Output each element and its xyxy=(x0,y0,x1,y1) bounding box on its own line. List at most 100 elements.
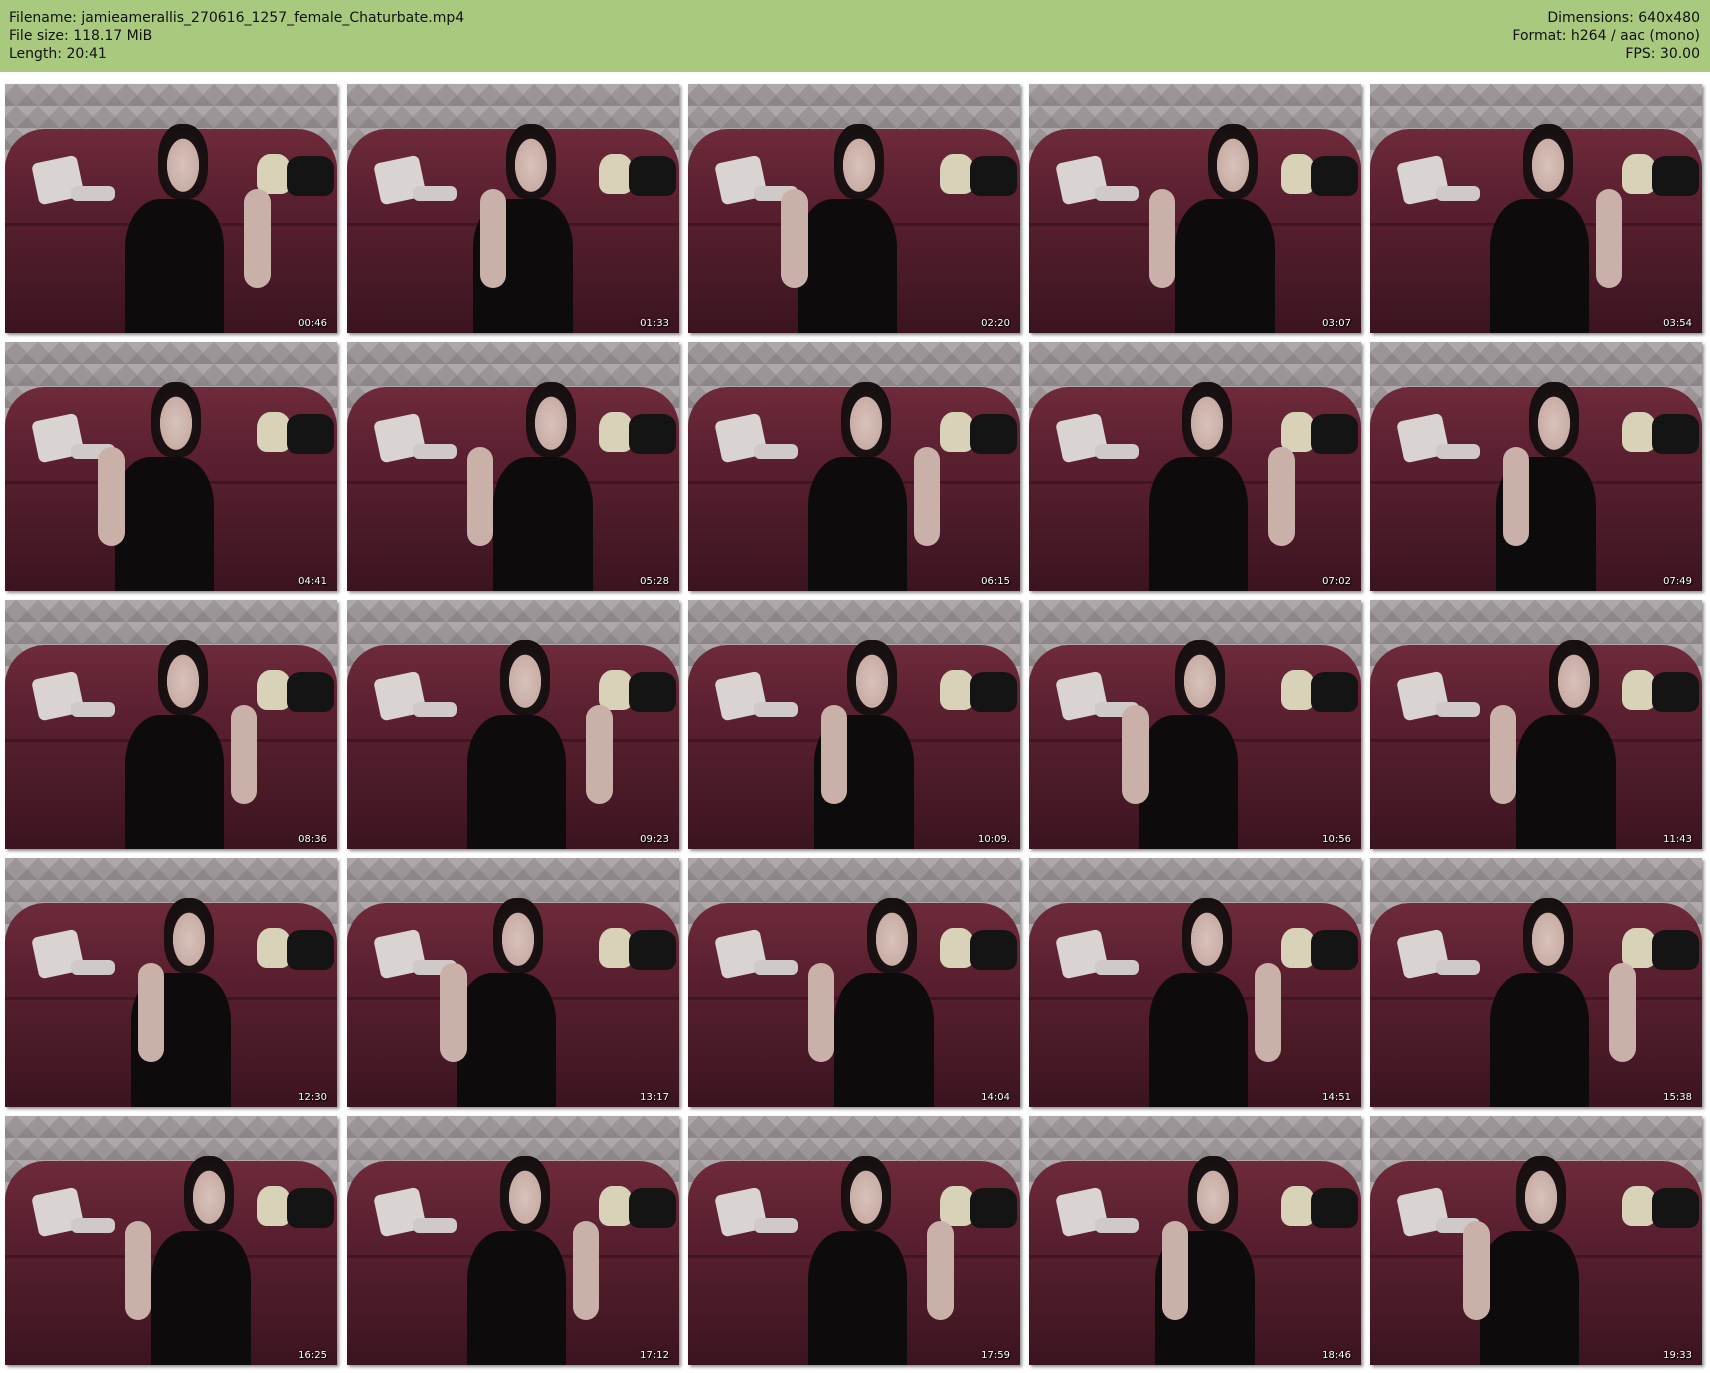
video-thumbnail[interactable]: 10:56 xyxy=(1029,600,1361,849)
video-thumbnail[interactable]: 16:25 xyxy=(5,1116,337,1365)
person-arm xyxy=(820,704,848,805)
video-thumbnail[interactable]: 03:07 xyxy=(1029,84,1361,333)
pillow-image xyxy=(71,186,115,202)
thumbnail-frame-image xyxy=(1029,84,1361,333)
person-head xyxy=(164,897,215,973)
pillow-image xyxy=(599,927,633,968)
video-thumbnail[interactable]: 10:09. xyxy=(688,600,1020,849)
person-head xyxy=(1181,381,1232,457)
thumbnail-timestamp: 08:36 xyxy=(298,834,327,845)
pillow-image xyxy=(754,960,798,976)
video-thumbnail[interactable]: 07:02 xyxy=(1029,342,1361,591)
pillow-image xyxy=(940,669,974,710)
video-thumbnail[interactable]: 18:46 xyxy=(1029,1116,1361,1365)
pillow-image xyxy=(940,927,974,968)
video-thumbnail[interactable]: 11:43 xyxy=(1370,600,1702,849)
video-thumbnail[interactable]: 19:33 xyxy=(1370,1116,1702,1365)
thumbnail-frame-image xyxy=(5,84,337,333)
video-thumbnail[interactable]: 12:30 xyxy=(5,858,337,1107)
thumbnail-frame-image xyxy=(347,84,679,333)
thumbnail-timestamp: 05:28 xyxy=(640,576,669,587)
person-arm xyxy=(466,446,494,547)
thumbnail-timestamp: 17:59 xyxy=(981,1350,1010,1361)
person-figure xyxy=(834,972,934,1107)
pillow-image xyxy=(970,1188,1017,1229)
person-arm xyxy=(230,704,258,805)
pillow-image xyxy=(1311,1188,1358,1229)
pillow-image xyxy=(970,414,1017,455)
pillow-image xyxy=(71,1218,115,1234)
thumbnail-timestamp: 18:46 xyxy=(1322,1350,1351,1361)
pillow-image xyxy=(1436,444,1480,460)
person-head xyxy=(506,123,557,199)
person-arm xyxy=(439,962,467,1063)
person-arm xyxy=(927,1220,954,1321)
video-thumbnail[interactable]: 00:46 xyxy=(5,84,337,333)
pillow-image xyxy=(970,672,1017,713)
video-thumbnail[interactable]: 09:23 xyxy=(347,600,679,849)
pillow-image xyxy=(1095,186,1139,202)
pillow-image xyxy=(287,930,334,971)
video-thumbnail[interactable]: 06:15 xyxy=(688,342,1020,591)
pillow-image xyxy=(629,156,676,197)
thumbnail-frame-image xyxy=(1370,342,1702,591)
person-head xyxy=(834,123,884,199)
video-thumbnail[interactable]: 05:28 xyxy=(347,342,679,591)
thumbnail-timestamp: 06:15 xyxy=(981,576,1010,587)
pillow-image xyxy=(287,414,334,455)
person-figure xyxy=(124,198,225,333)
pillow-image xyxy=(1281,153,1315,194)
video-thumbnail[interactable]: 01:33 xyxy=(347,84,679,333)
thumbnail-timestamp: 16:25 xyxy=(298,1350,327,1361)
video-thumbnail[interactable]: 04:41 xyxy=(5,342,337,591)
video-thumbnail[interactable]: 17:59 xyxy=(688,1116,1020,1365)
person-head xyxy=(157,639,208,715)
thumbnail-timestamp: 14:04 xyxy=(981,1092,1010,1103)
video-thumbnail[interactable]: 03:54 xyxy=(1370,84,1702,333)
person-arm xyxy=(1254,962,1282,1063)
thumbnail-timestamp: 13:17 xyxy=(640,1092,669,1103)
thumbnail-frame-image xyxy=(688,858,1020,1107)
thumbnail-timestamp: 12:30 xyxy=(298,1092,327,1103)
video-thumbnail[interactable]: 17:12 xyxy=(347,1116,679,1365)
video-thumbnail[interactable]: 13:17 xyxy=(347,858,679,1107)
pillow-image xyxy=(599,669,633,710)
pillow-image xyxy=(1095,1218,1139,1234)
pillow-image xyxy=(1281,927,1315,968)
thumbnail-timestamp: 04:41 xyxy=(298,576,327,587)
thumbnail-timestamp: 17:12 xyxy=(640,1350,669,1361)
pillow-image xyxy=(1652,1188,1699,1229)
thumbnail-frame-image xyxy=(1029,342,1361,591)
pillow-image xyxy=(1095,444,1139,460)
pillow-image xyxy=(1436,960,1480,976)
person-head xyxy=(1522,897,1573,973)
video-thumbnail[interactable]: 07:49 xyxy=(1370,342,1702,591)
thumbnail-timestamp: 11:43 xyxy=(1663,834,1692,845)
person-arm xyxy=(1161,1220,1189,1321)
person-arm xyxy=(1121,704,1149,805)
person-arm xyxy=(807,962,835,1063)
thumbnail-timestamp: 19:33 xyxy=(1663,1350,1692,1361)
thumbnail-frame-image xyxy=(1370,600,1702,849)
pillow-image xyxy=(940,1185,974,1226)
person-head xyxy=(184,1155,235,1231)
video-thumbnail[interactable]: 02:20 xyxy=(688,84,1020,333)
video-thumbnail[interactable]: 08:36 xyxy=(5,600,337,849)
pillow-image xyxy=(754,444,798,460)
video-thumbnail[interactable]: 14:04 xyxy=(688,858,1020,1107)
person-head xyxy=(499,639,550,715)
pillow-image xyxy=(71,960,115,976)
thumbnail-frame-image xyxy=(347,858,679,1107)
video-thumbnail[interactable]: 15:38 xyxy=(1370,858,1702,1107)
person-head xyxy=(151,381,201,457)
video-thumbnail[interactable]: 14:51 xyxy=(1029,858,1361,1107)
pillow-image xyxy=(1436,186,1480,202)
pillow-image xyxy=(257,927,291,968)
thumbnail-timestamp: 03:54 xyxy=(1663,318,1692,329)
pillow-image xyxy=(413,1218,457,1234)
person-arm xyxy=(1489,704,1517,805)
thumbnail-frame-image xyxy=(1029,1116,1361,1365)
pillow-image xyxy=(1622,153,1656,194)
pillow-image xyxy=(754,1218,798,1234)
person-figure xyxy=(493,456,593,591)
